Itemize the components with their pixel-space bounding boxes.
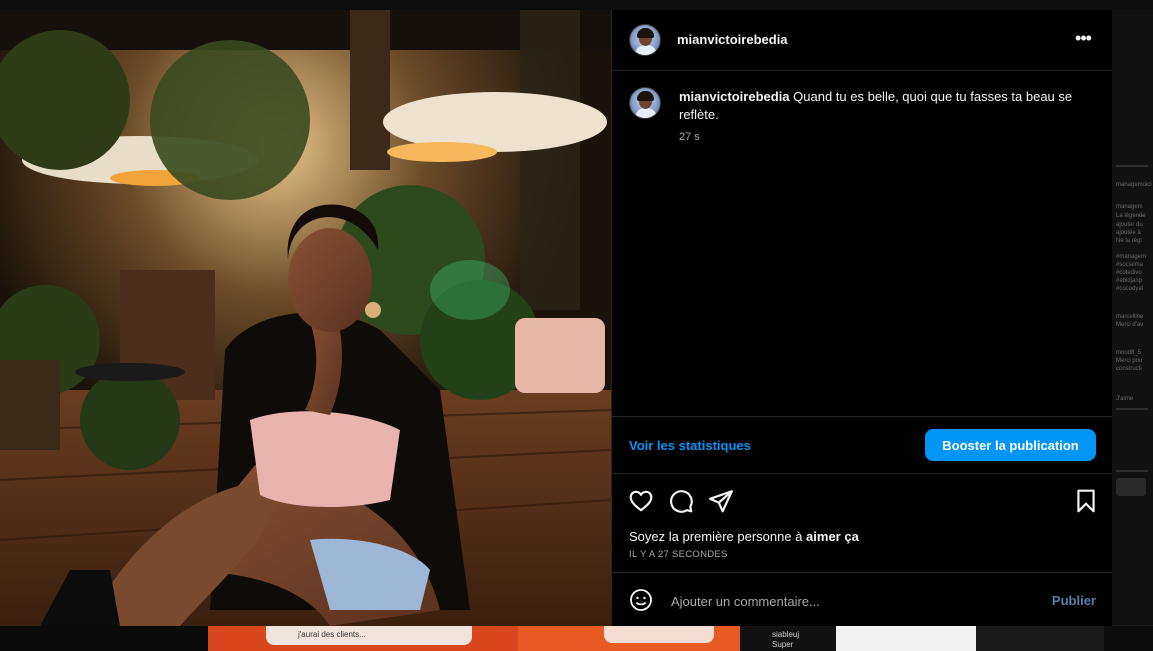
background-text: La légende — [1116, 213, 1146, 219]
background-text: managemoici — [1116, 182, 1152, 188]
background-text: j'aurai des clients... — [298, 630, 366, 639]
avatar[interactable] — [629, 24, 661, 56]
background-text: #abidjanp — [1116, 278, 1143, 284]
post-caption: mianvictoirebedia Quand tu es belle, quo… — [679, 88, 1089, 124]
heart-icon[interactable] — [628, 488, 654, 514]
likes-summary: Soyez la première personne à aimer ça — [629, 529, 859, 544]
background-text: ajouter du — [1116, 222, 1143, 228]
background-divider — [1116, 165, 1148, 167]
bookmark-icon[interactable] — [1073, 488, 1099, 514]
background-tile — [836, 626, 976, 651]
share-icon[interactable] — [708, 488, 734, 514]
background-text: Super — [772, 640, 794, 649]
background-text: #socialma — [1116, 262, 1144, 268]
background-text: Merci d'av — [1116, 322, 1144, 328]
caption-avatar[interactable] — [629, 87, 661, 119]
post-side-panel: mianvictoirebedia ••• mianvictoirebedia … — [612, 10, 1112, 626]
background-page-right: managemoici managem La légende ajouter d… — [1112, 10, 1153, 625]
background-text: #cotedivo — [1116, 270, 1142, 276]
likes-prefix: Soyez la première personne à — [629, 529, 807, 544]
header-divider — [612, 70, 1112, 71]
background-text: ajoutée à — [1116, 230, 1141, 236]
background-text: mood8_5 — [1116, 350, 1142, 356]
caption-username[interactable]: mianvictoirebedia — [679, 89, 790, 104]
stats-divider-bottom — [612, 473, 1112, 474]
publish-comment-button[interactable]: Publier — [1052, 593, 1096, 608]
background-tile — [604, 626, 714, 643]
background-divider — [1116, 470, 1148, 472]
background-divider — [1116, 408, 1148, 410]
post-time-ago: IL Y A 27 SECONDES — [629, 549, 728, 560]
background-thumbnail — [1116, 478, 1146, 496]
background-tile — [976, 626, 1104, 651]
background-text: Merci pou — [1116, 358, 1143, 364]
background-text: #managem — [1116, 254, 1147, 260]
more-options-icon[interactable]: ••• — [1072, 29, 1094, 50]
background-page-bottom: j'aurai des clients... siableuj Super — [0, 626, 1153, 651]
post-author-username[interactable]: mianvictoirebedia — [677, 32, 788, 47]
caption-timestamp: 27 s — [679, 131, 700, 143]
background-text: managem — [1116, 204, 1143, 210]
post-photo-illustration — [0, 10, 611, 626]
background-tile — [266, 626, 472, 645]
background-text: constructi — [1116, 366, 1142, 372]
comment-divider — [612, 572, 1112, 573]
background-text: #cocodyal — [1116, 286, 1144, 292]
like-cta-link[interactable]: aimer ça — [806, 529, 859, 544]
window-top-border — [0, 0, 1153, 10]
comment-icon[interactable] — [668, 488, 694, 514]
background-text: Ne la régl — [1116, 238, 1142, 244]
background-text: siableuj — [772, 630, 800, 639]
comment-input[interactable] — [669, 589, 1033, 613]
emoji-icon[interactable] — [629, 588, 653, 612]
view-insights-link[interactable]: Voir les statistiques — [629, 438, 751, 453]
background-text: marcelline — [1116, 314, 1144, 320]
background-text: J'aime — [1116, 396, 1134, 402]
post-photo[interactable] — [0, 10, 611, 626]
background-tile — [0, 626, 208, 651]
stats-divider-top — [612, 416, 1112, 417]
boost-post-button[interactable]: Booster la publication — [925, 429, 1096, 461]
